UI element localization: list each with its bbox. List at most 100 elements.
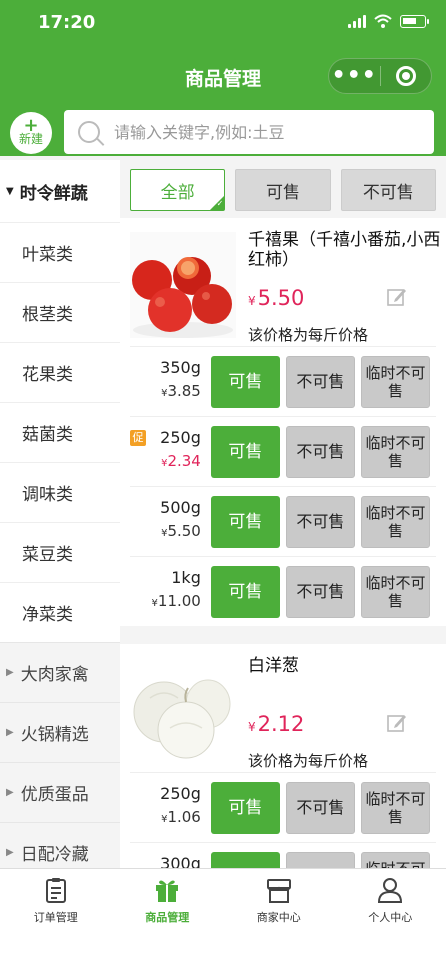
tab-merchant[interactable]: 商家中心 [223,869,335,966]
product-image-onion [130,658,236,764]
edit-icon[interactable] [386,712,408,734]
store-icon [266,879,291,903]
product-price: ¥2.12 [248,712,305,736]
temp-unavailable-button[interactable]: 临时不可售 [360,355,431,408]
product-card: 白洋葱 ¥2.12 该价格为每斤价格 250g ¥1.06 可售 不可售 临时不… [120,644,446,868]
product-name: 千禧果（千禧小番茄,小西红柿） [248,230,441,270]
sidebar-category-label: 日配冷藏 [20,845,89,865]
status-icons [348,14,429,28]
user-icon [378,878,403,903]
available-button[interactable]: 可售 [210,355,280,408]
sidebar-item-subcategory[interactable]: 花果类 [0,342,120,402]
gift-icon [156,880,179,902]
unavailable-button[interactable]: 不可售 [285,495,355,548]
available-button[interactable]: 可售 [210,851,280,868]
unavailable-button[interactable]: 不可售 [285,355,355,408]
caret-right-icon: ▶ [6,667,14,678]
tab-unavailable[interactable]: 不可售 [340,169,436,211]
tab-all-label: 全部 [160,182,195,203]
sidebar-item-category[interactable]: ▶ 火锅精选 [0,702,120,762]
sidebar-item-subcategory[interactable]: 菜豆类 [0,522,120,582]
unavailable-button[interactable]: 不可售 [285,425,355,478]
tab-all[interactable]: 全部 [130,169,226,211]
variant-weight: 300g [160,853,201,869]
variant-price: ¥2.34 [161,451,201,470]
caret-right-icon: ▶ [6,727,14,738]
available-button[interactable]: 可售 [210,781,280,834]
variant-weight: 500g [160,497,201,517]
product-price-note: 该价格为每斤价格 [248,326,369,344]
variant-row: 500g ¥5.50 可售 不可售 临时不可售 [130,486,436,556]
product-list: 千禧果（千禧小番茄,小西红柿） ¥5.50 该价格为每斤价格 350g ¥3.8… [120,218,446,868]
search-icon [78,121,100,143]
tab-orders[interactable]: 订单管理 [0,869,112,966]
sidebar-item-category[interactable]: ▶ 优质蛋品 [0,762,120,822]
variant-price: ¥5.50 [161,521,201,540]
variant-row: 1kg ¥11.00 可售 不可售 临时不可售 [130,556,436,626]
variant-weight: 1kg [171,567,201,587]
product-image-tomato [130,232,236,338]
variant-row: 350g ¥3.85 可售 不可售 临时不可售 [130,346,436,416]
tab-profile[interactable]: 个人中心 [335,869,446,966]
caret-right-icon: ▶ [6,787,14,798]
variant-price: ¥1.06 [161,807,201,826]
top-bar: 17:20 商品管理 ••• + 新建 [0,0,446,156]
sidebar-category-label: 优质蛋品 [20,785,89,805]
sidebar-item-category[interactable]: ▶ 大肉家禽 [0,642,120,702]
temp-unavailable-button[interactable]: 临时不可售 [360,781,431,834]
clipboard-icon [45,878,66,903]
sidebar-item-subcategory[interactable]: 叶菜类 [0,222,120,282]
temp-unavailable-button[interactable]: 临时不可售 [360,495,431,548]
variant-row: 促 250g ¥2.34 可售 不可售 临时不可售 [130,416,436,486]
variant-price: ¥11.00 [151,591,201,610]
search-input[interactable] [114,122,414,142]
tab-products-label: 商品管理 [145,911,190,924]
filter-tabs: 全部 可售 不可售 [130,169,436,211]
variant-weight: 350g [160,357,201,377]
search-bar[interactable] [64,110,434,154]
unavailable-button[interactable]: 不可售 [285,851,355,868]
mini-program-capsule: ••• [328,58,432,94]
sidebar-item-subcategory[interactable]: 菇菌类 [0,402,120,462]
check-icon [210,196,225,210]
tab-orders-label: 订单管理 [33,911,78,924]
temp-unavailable-button[interactable]: 临时不可售 [360,425,431,478]
sidebar-current-category[interactable]: ▼ 时令鲜蔬 [0,160,120,222]
tab-merchant-label: 商家中心 [256,911,301,924]
caret-right-icon: ▶ [6,847,14,858]
product-price: ¥5.50 [248,286,305,310]
sidebar-item-subcategory[interactable]: 调味类 [0,462,120,522]
temp-unavailable-button[interactable]: 临时不可售 [360,565,431,618]
edit-icon[interactable] [386,286,408,308]
bottom-tab-bar: 订单管理 商品管理 商家中心 个人中心 [0,868,446,966]
available-button[interactable]: 可售 [210,495,280,548]
tab-products[interactable]: 商品管理 [112,869,224,966]
variant-weight: 250g [160,783,201,803]
more-icon[interactable]: ••• [329,58,380,94]
close-program-icon[interactable] [381,66,432,86]
sidebar-item-category[interactable]: ▶ 日配冷藏 [0,822,120,868]
wifi-icon [374,14,392,28]
available-button[interactable]: 可售 [210,425,280,478]
sidebar-current-label: 时令鲜蔬 [19,183,88,204]
unavailable-button[interactable]: 不可售 [285,781,355,834]
caret-down-icon: ▼ [6,185,14,197]
sidebar-item-subcategory[interactable]: 根茎类 [0,282,120,342]
variant-row: 300g 可售 不可售 临时不可售 [130,842,436,868]
unavailable-button[interactable]: 不可售 [285,565,355,618]
status-time: 17:20 [38,12,96,33]
sidebar-item-subcategory[interactable]: 净菜类 [0,582,120,642]
plus-icon: + [23,115,39,136]
product-card: 千禧果（千禧小番茄,小西红柿） ¥5.50 该价格为每斤价格 350g ¥3.8… [120,218,446,626]
temp-unavailable-button[interactable]: 临时不可售 [360,851,431,868]
tab-available[interactable]: 可售 [235,169,331,211]
new-product-button[interactable]: + 新建 [10,112,52,154]
product-name: 白洋葱 [248,656,299,676]
sidebar-category-label: 大肉家禽 [20,665,89,685]
signal-icon [348,14,366,28]
available-button[interactable]: 可售 [210,565,280,618]
battery-icon [400,14,429,28]
sidebar-category-label: 火锅精选 [20,725,89,745]
tab-profile-label: 个人中心 [368,911,413,924]
product-price-note: 该价格为每斤价格 [248,752,369,770]
